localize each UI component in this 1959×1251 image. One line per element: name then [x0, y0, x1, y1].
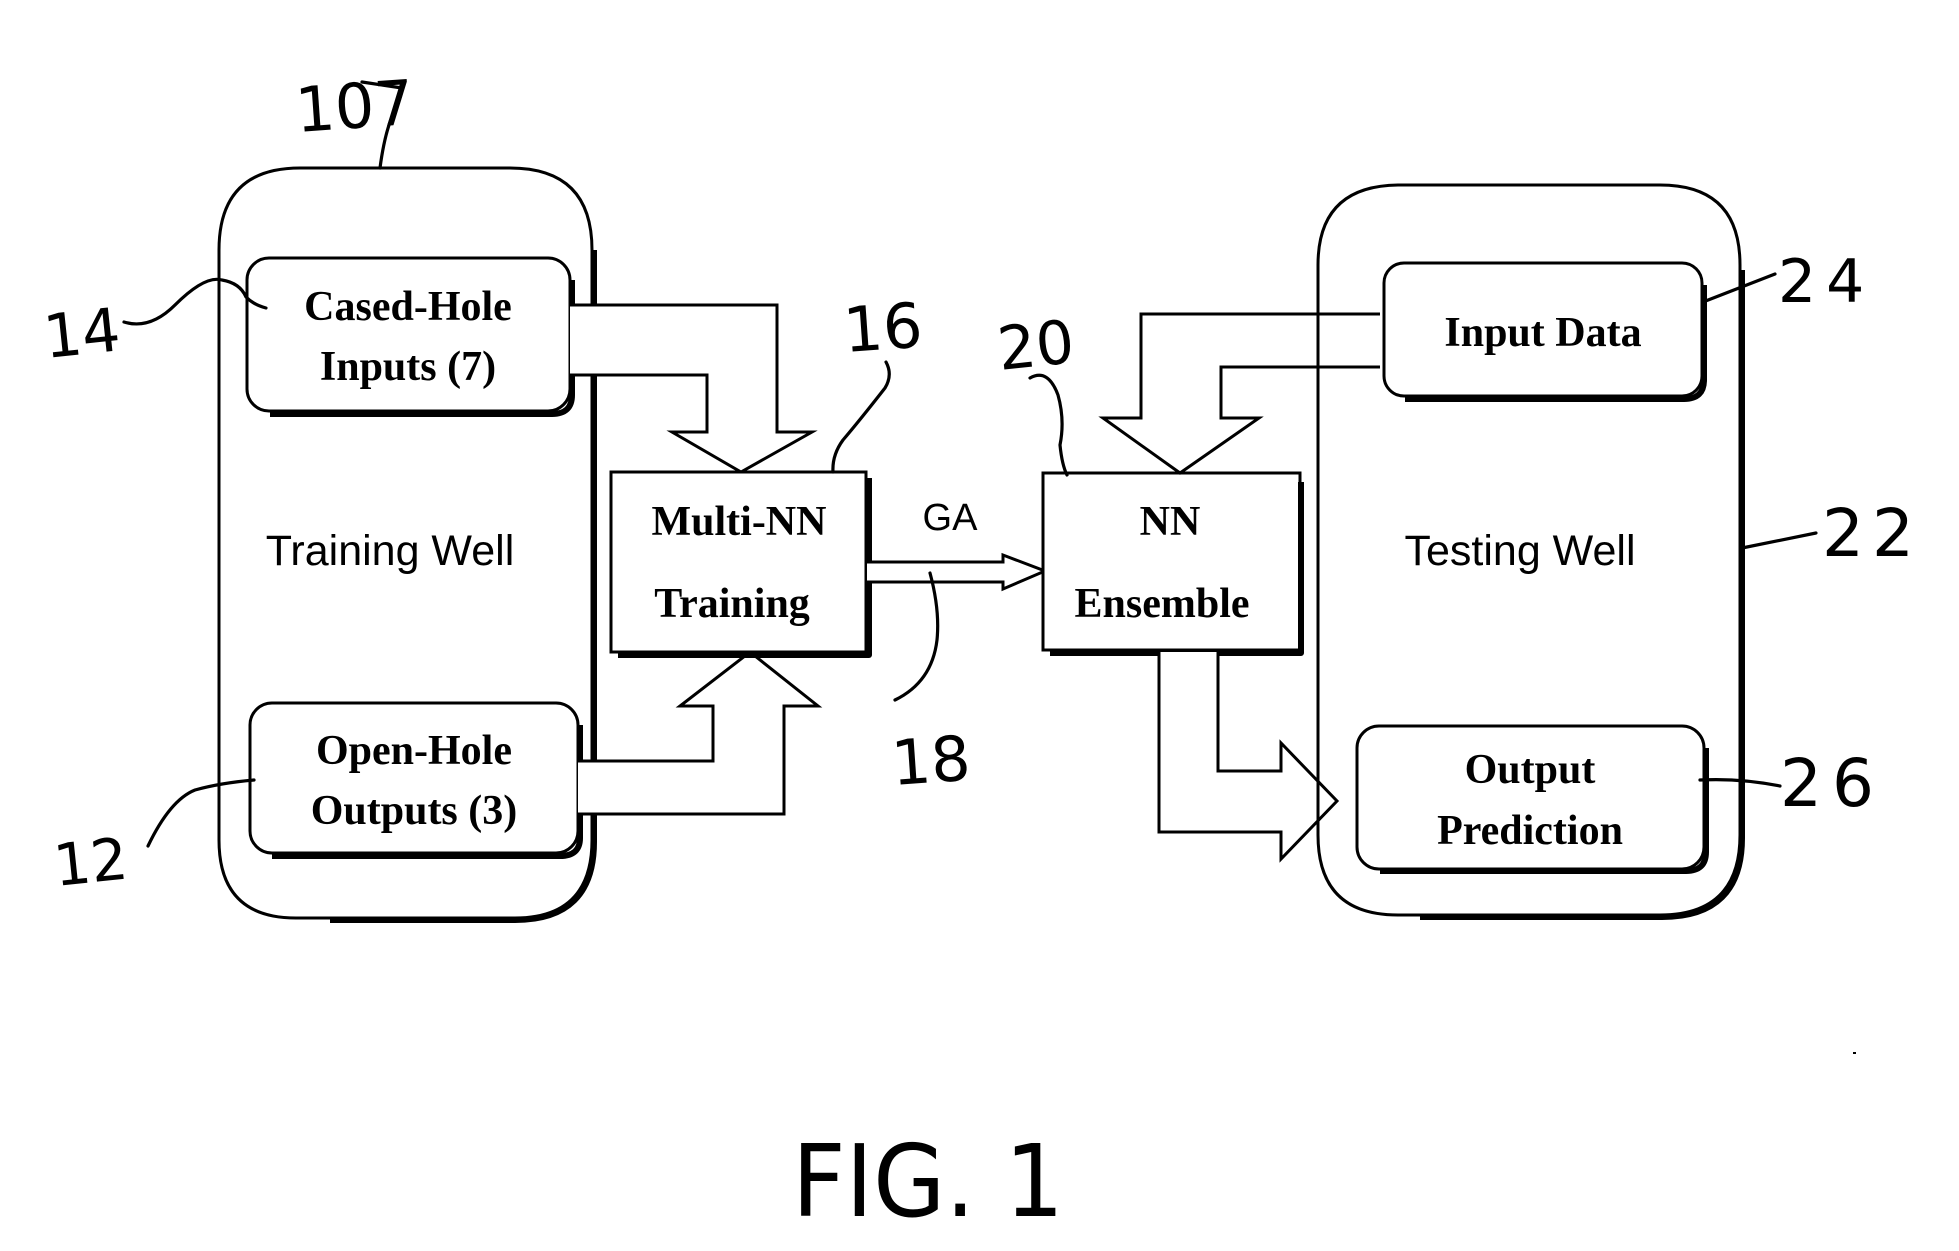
ref-22: 22 [1740, 495, 1922, 572]
nn-ensemble-box[interactable]: NN Ensemble [1041, 471, 1304, 656]
input-data-label: Input Data [1444, 310, 1641, 356]
open-hole-outputs-box[interactable]: Open-Hole Outputs (3) [248, 701, 583, 859]
ref-20-label: 20 [994, 307, 1077, 385]
training-well-label: Training Well [266, 527, 515, 575]
nn-ensemble-line1: NN [1140, 499, 1201, 545]
arrow-ensemble-to-output [1157, 652, 1340, 863]
input-data-box[interactable]: Input Data [1382, 261, 1707, 402]
ref-16-label: 16 [841, 289, 925, 367]
ref-107-label: 107 [293, 66, 416, 147]
arrow-input-to-ensemble [1098, 312, 1380, 475]
arrow-ga: GA [867, 497, 1049, 592]
ref-20: 20 [994, 307, 1078, 477]
ref-22-label: 22 [1822, 495, 1922, 572]
output-prediction-line1: Output [1465, 747, 1596, 793]
nn-ensemble-line2: Ensemble [1074, 581, 1249, 627]
multi-nn-line2: Training [654, 581, 810, 627]
open-hole-line2: Outputs (3) [311, 788, 518, 834]
output-prediction-line2: Prediction [1437, 808, 1623, 854]
ref-107: 107 [293, 66, 416, 170]
ref-24: 24 [1701, 247, 1874, 317]
cased-hole-line1: Cased-Hole [304, 284, 512, 330]
scan-speck [1853, 1052, 1856, 1054]
testing-well-label: Testing Well [1404, 527, 1635, 575]
ref-26: 26 [1698, 745, 1884, 822]
open-hole-line1: Open-Hole [316, 728, 512, 774]
ref-12: 12 [50, 778, 256, 900]
ref-14-label: 14 [40, 295, 123, 373]
ga-label: GA [923, 497, 979, 539]
ref-12-label: 12 [50, 825, 131, 900]
arrow-cased-to-multinn [570, 303, 818, 474]
ref-26-label: 26 [1780, 745, 1884, 822]
arrow-openhole-to-multinn [578, 650, 823, 816]
cased-hole-inputs-box[interactable]: Cased-Hole Inputs (7) [245, 256, 575, 417]
ref-18-label: 18 [889, 722, 973, 800]
ref-14: 14 [40, 277, 268, 373]
figure-caption: FIG. 1 [792, 1123, 1064, 1240]
multi-nn-training-box[interactable]: Multi-NN Training [609, 470, 872, 658]
multi-nn-line1: Multi-NN [652, 499, 827, 545]
patent-figure: Training Well Cased-Hole Inputs (7) Open… [40, 66, 1922, 1240]
ref-24-label: 24 [1778, 247, 1874, 317]
output-prediction-box[interactable]: Output Prediction [1355, 724, 1709, 874]
ref-18: 18 [889, 571, 973, 800]
cased-hole-line2: Inputs (7) [320, 344, 496, 390]
ref-16: 16 [831, 289, 925, 474]
